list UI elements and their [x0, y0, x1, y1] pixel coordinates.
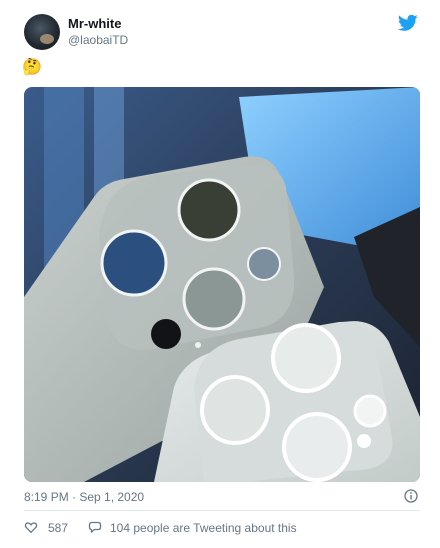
thinking-face-emoji: 🤔: [22, 59, 42, 76]
twitter-bird-icon[interactable]: [398, 14, 418, 32]
divider: [24, 510, 420, 511]
author-display-name[interactable]: Mr-white: [68, 16, 121, 31]
tweet-card: Mr-white @laobaiTD 🤔 8:19 PM · Sep 1, 20…: [0, 0, 440, 548]
info-icon[interactable]: [404, 489, 418, 503]
tweet-photo[interactable]: [24, 87, 420, 482]
like-count[interactable]: 587: [48, 521, 68, 535]
photo-icon: [24, 87, 420, 482]
speech-bubble-icon[interactable]: [88, 520, 102, 534]
author-handle[interactable]: @laobaiTD: [68, 33, 128, 47]
tweeting-about-link[interactable]: 104 people are Tweeting about this: [110, 521, 297, 535]
avatar[interactable]: [24, 14, 60, 50]
heart-icon[interactable]: [24, 520, 38, 534]
tweet-timestamp[interactable]: 8:19 PM · Sep 1, 2020: [24, 490, 144, 504]
